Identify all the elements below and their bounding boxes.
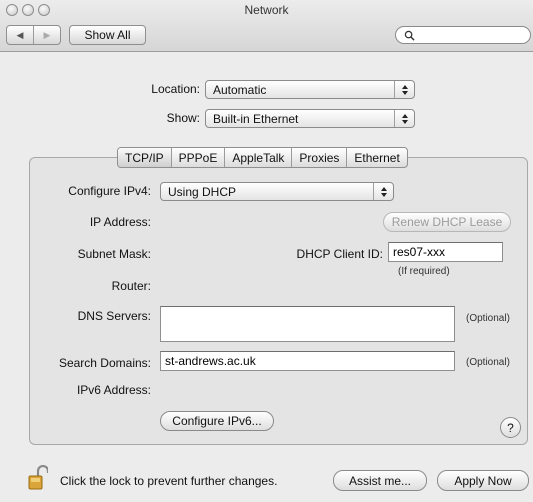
tab-pppoe[interactable]: PPPoE — [172, 148, 226, 167]
back-button[interactable]: ◀ — [7, 26, 33, 44]
configure-ipv6-button[interactable]: Configure IPv6... — [160, 411, 274, 431]
show-popup[interactable]: Built-in Ethernet — [205, 109, 415, 128]
search-input[interactable] — [419, 29, 529, 41]
search-field[interactable] — [395, 26, 531, 44]
tab-bar: TCP/IP PPPoE AppleTalk Proxies Ethernet — [117, 147, 408, 168]
toolbar: Network ◀ ▶ Show All — [0, 0, 533, 52]
popup-arrows-icon — [394, 81, 414, 98]
apply-now-button[interactable]: Apply Now — [437, 470, 529, 491]
configure-ipv4-label: Configure IPv4: — [68, 184, 151, 198]
location-label: Location: — [151, 82, 200, 96]
dns-servers-field[interactable] — [160, 306, 455, 342]
dns-servers-label: DNS Servers: — [77, 309, 151, 323]
configure-ipv4-popup[interactable]: Using DHCP — [160, 182, 394, 201]
router-label: Router: — [111, 279, 151, 293]
tab-proxies[interactable]: Proxies — [292, 148, 348, 167]
lock-icon[interactable] — [28, 465, 48, 491]
show-all-button[interactable]: Show All — [69, 25, 146, 45]
location-value: Automatic — [213, 82, 267, 97]
dns-optional-note: (Optional) — [466, 313, 510, 324]
tab-appletalk[interactable]: AppleTalk — [225, 148, 293, 167]
search-optional-note: (Optional) — [466, 357, 510, 368]
popup-arrows-icon — [394, 110, 414, 127]
assist-me-button[interactable]: Assist me... — [333, 470, 427, 491]
show-label: Show: — [166, 111, 200, 125]
search-domains-field[interactable] — [160, 351, 455, 371]
dhcp-client-id-label: DHCP Client ID: — [296, 247, 383, 261]
back-forward-control: ◀ ▶ — [6, 25, 61, 45]
ipv6-address-label: IPv6 Address: — [76, 383, 151, 397]
subnet-mask-label: Subnet Mask: — [77, 247, 151, 261]
location-popup[interactable]: Automatic — [205, 80, 415, 99]
help-button[interactable]: ? — [500, 417, 521, 438]
configure-ipv4-value: Using DHCP — [168, 184, 237, 199]
search-domains-label: Search Domains: — [58, 356, 151, 370]
renew-dhcp-lease-button[interactable]: Renew DHCP Lease — [383, 212, 511, 232]
if-required-note: (If required) — [398, 266, 450, 277]
ip-address-label: IP Address: — [89, 215, 151, 229]
window-title: Network — [244, 3, 289, 17]
tab-tcpip[interactable]: TCP/IP — [118, 148, 172, 167]
network-window: Network ◀ ▶ Show All Location: Automatic… — [0, 0, 533, 502]
show-value: Built-in Ethernet — [213, 111, 299, 126]
popup-arrows-icon — [373, 183, 393, 200]
lock-text: Click the lock to prevent further change… — [60, 474, 278, 488]
dhcp-client-id-field[interactable] — [388, 242, 503, 262]
search-icon — [404, 30, 415, 41]
forward-button[interactable]: ▶ — [33, 26, 60, 44]
tab-ethernet[interactable]: Ethernet — [347, 148, 406, 167]
